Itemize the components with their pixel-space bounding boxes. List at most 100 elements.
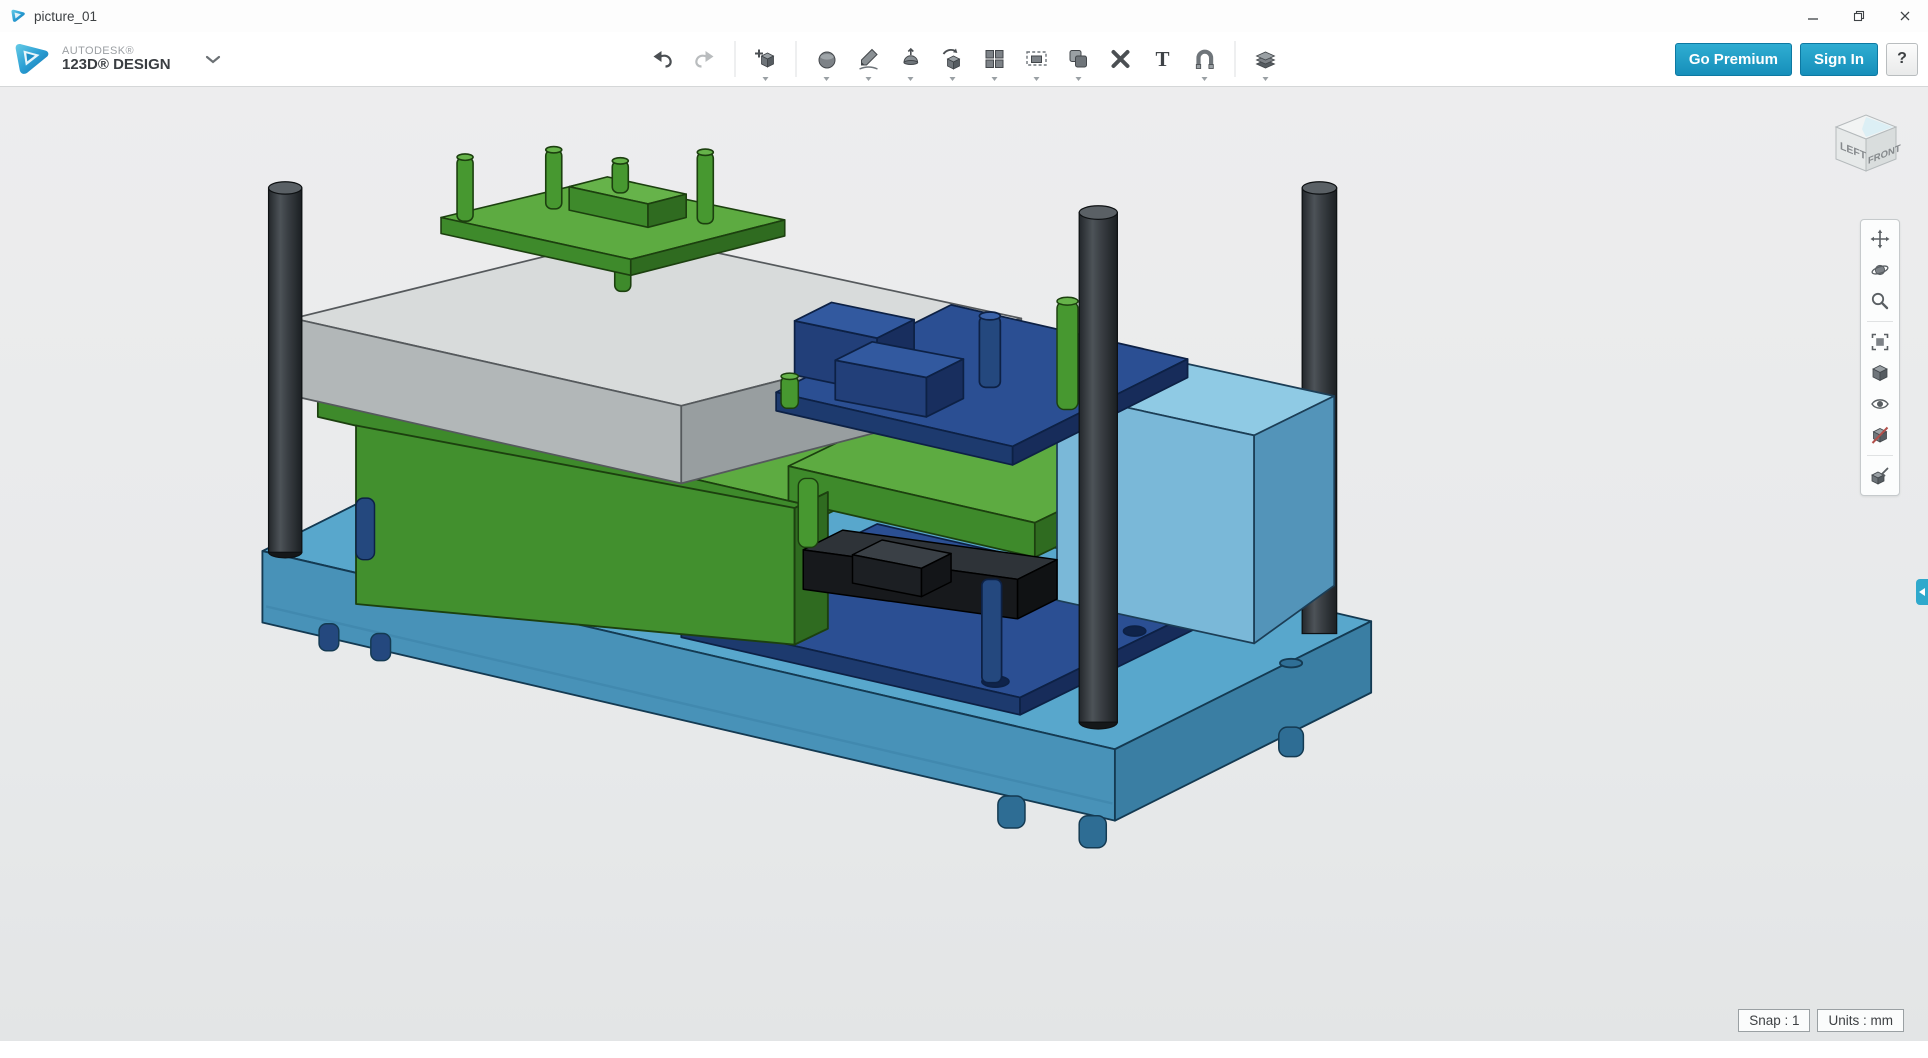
transform-icon [753,46,779,72]
post-top [1302,182,1336,194]
view-cube[interactable]: LEFT FRONT [1822,107,1908,184]
brand-123d-design: 123D® DESIGN [62,57,171,74]
snap-tool-button[interactable] [1100,34,1142,84]
nav-separator [1867,321,1893,322]
app-logo-large-icon [12,40,52,78]
primitives-tool-button[interactable] [806,34,848,84]
undo-button[interactable] [642,34,684,84]
green-peg[interactable] [798,478,818,547]
appearance-icon [1870,466,1890,486]
zoom-button[interactable] [1867,290,1893,312]
sketch-tool-button[interactable] [848,34,890,84]
base-foot[interactable] [1279,727,1304,757]
close-button[interactable] [1882,0,1928,32]
window-controls [1790,0,1928,32]
guide-post-left[interactable] [269,188,302,552]
clamp-pin-top [697,149,713,155]
app-logo-icon [10,8,26,24]
material-tool-button[interactable] [1245,34,1287,84]
green-peg-cap [781,373,798,379]
leader-pin-foot[interactable] [371,634,391,661]
hide-object-button[interactable] [1867,424,1893,446]
brand-text: AUTODESK® 123D® DESIGN [62,45,171,74]
navigation-toolbar [1860,219,1900,496]
view-solid-icon [1870,363,1890,383]
restore-icon [1853,10,1865,22]
window-title: picture_01 [34,9,97,24]
zoom-icon [1870,291,1890,311]
leader-pin-left[interactable] [356,498,374,560]
restore-button[interactable] [1836,0,1882,32]
appearance-button[interactable] [1867,465,1893,487]
green-peg-top[interactable] [781,373,798,408]
green-post-cap [1057,297,1078,305]
clamp-pin-top [546,147,562,153]
viewport[interactable]: LEFT FRONT [0,87,1928,1041]
toolbar-separator [735,41,736,77]
chevron-down-icon [205,55,221,64]
leader-pin[interactable] [356,498,374,560]
clamp-pin[interactable] [457,157,473,221]
pattern-tool-button[interactable] [974,34,1016,84]
grouping-tool-button[interactable] [1016,34,1058,84]
redo-icon [692,46,718,72]
zoom-fit-icon [1870,332,1890,352]
text-tool-button[interactable]: T [1142,34,1184,84]
dropdown-caret [949,77,955,81]
sketch-icon [856,46,882,72]
clamp-pin[interactable] [612,161,628,193]
guide-post-front[interactable] [1079,206,1117,729]
text-glyph: T [1155,47,1169,71]
close-icon [1899,10,1911,22]
zoom-fit-button[interactable] [1867,331,1893,353]
toolbar-separator [1235,41,1236,77]
transform-tool-button[interactable] [745,34,787,84]
dropdown-caret [823,77,829,81]
green-post-body[interactable] [1057,301,1078,409]
help-button[interactable]: ? [1886,43,1918,76]
material-icon [1253,46,1279,72]
modify-tool-button[interactable] [932,34,974,84]
base-foot[interactable] [998,796,1025,828]
snap-icon [1108,46,1134,72]
go-premium-button[interactable]: Go Premium [1675,43,1792,76]
orbit-icon [1870,260,1890,280]
base-hole [1280,659,1302,668]
arrow-left-icon [1919,588,1925,596]
units-setting[interactable]: Units : mm [1817,1009,1904,1032]
measure-tool-button[interactable] [1184,34,1226,84]
pan-button[interactable] [1867,228,1893,250]
view-cube-icon: LEFT FRONT [1822,107,1908,179]
clamp-pin[interactable] [546,150,562,209]
orbit-button[interactable] [1867,259,1893,281]
bottom-strip [0,1041,1928,1058]
green-peg-body[interactable] [798,478,818,547]
clamp-pin[interactable] [697,152,713,223]
app-menu-button[interactable] [199,44,227,74]
minimize-button[interactable] [1790,0,1836,32]
nav-separator [1867,455,1893,456]
clamp-pin-top [457,154,473,160]
view-solid-button[interactable] [1867,362,1893,384]
redo-button[interactable] [684,34,726,84]
visibility-button[interactable] [1867,393,1893,415]
scene-canvas[interactable] [0,87,1928,1041]
base-foot[interactable] [1079,816,1106,848]
green-post[interactable] [1057,297,1078,409]
text-icon: T [1150,46,1176,72]
construct-tool-button[interactable] [890,34,932,84]
panel-expand-tab[interactable] [1916,579,1928,605]
green-peg-body[interactable] [781,376,798,408]
ejector-pin-upper[interactable] [979,316,1000,387]
snap-setting[interactable]: Snap : 1 [1738,1009,1810,1032]
measure-icon [1192,46,1218,72]
leader-pin-foot[interactable] [319,624,339,651]
sign-in-button[interactable]: Sign In [1800,43,1878,76]
undo-icon [650,46,676,72]
dropdown-caret [1201,77,1207,81]
pan-icon [1870,229,1890,249]
guide-post-body[interactable] [1079,213,1117,723]
combine-tool-button[interactable] [1058,34,1100,84]
ejector-pin-lower[interactable] [982,579,1002,682]
main-toolbar: AUTODESK® 123D® DESIGN [0,32,1928,87]
